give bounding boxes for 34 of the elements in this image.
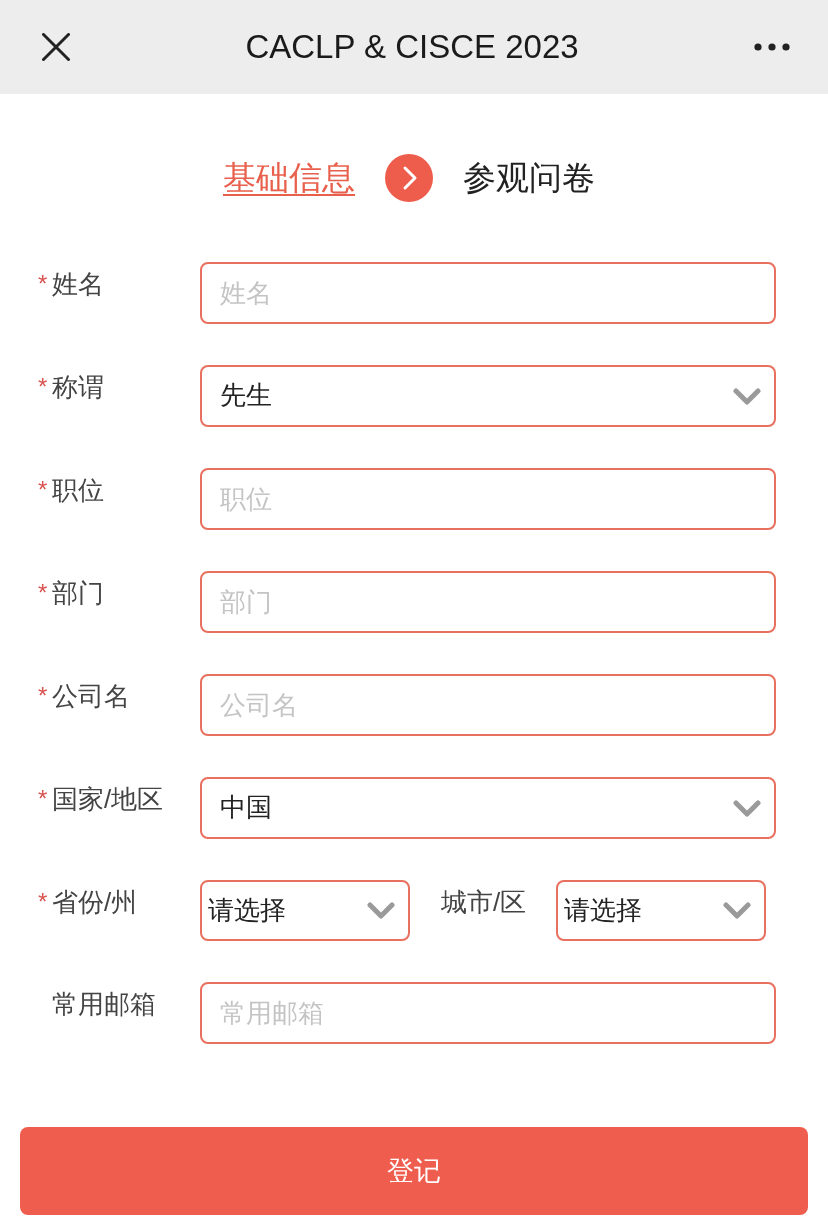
- field-label: 称谓: [52, 372, 104, 404]
- page-title: CACLP & CISCE 2023: [245, 27, 579, 67]
- field-label: 部门: [52, 578, 104, 610]
- select-field[interactable]: 请选择: [200, 880, 410, 941]
- select-field[interactable]: 先生: [200, 365, 776, 427]
- text-input[interactable]: 常用邮箱: [200, 982, 776, 1044]
- field-label: 国家/地区: [52, 784, 164, 816]
- field-label: 城市/区: [441, 887, 527, 919]
- required-asterisk: *: [38, 785, 49, 814]
- field-label: 姓名: [52, 269, 104, 301]
- required-asterisk: *: [38, 270, 49, 299]
- required-asterisk: *: [38, 373, 49, 402]
- required-asterisk: *: [38, 476, 49, 505]
- select-field[interactable]: 中国: [200, 777, 776, 839]
- text-input[interactable]: 公司名: [200, 674, 776, 736]
- step-tab[interactable]: 参观问卷: [463, 158, 595, 198]
- select-field[interactable]: 请选择: [556, 880, 767, 941]
- chevron-down-icon: [723, 902, 752, 919]
- chevron-down-icon: [367, 902, 395, 919]
- required-asterisk: *: [38, 579, 49, 608]
- chevron-down-icon: [733, 799, 761, 817]
- text-input[interactable]: 姓名: [200, 262, 776, 324]
- field-label: 省份/州: [52, 887, 138, 919]
- required-asterisk: *: [38, 682, 49, 711]
- required-asterisk: *: [38, 888, 49, 917]
- text-input[interactable]: 职位: [200, 468, 776, 530]
- chevron-down-icon: [733, 387, 761, 405]
- field-label: 职位: [52, 475, 104, 507]
- field-label: 公司名: [52, 681, 130, 713]
- more-icon[interactable]: [754, 43, 790, 51]
- text-input[interactable]: 部门: [200, 571, 776, 633]
- close-icon[interactable]: [42, 33, 70, 61]
- chevron-right-icon: [385, 154, 433, 202]
- field-label: 常用邮箱: [52, 989, 156, 1021]
